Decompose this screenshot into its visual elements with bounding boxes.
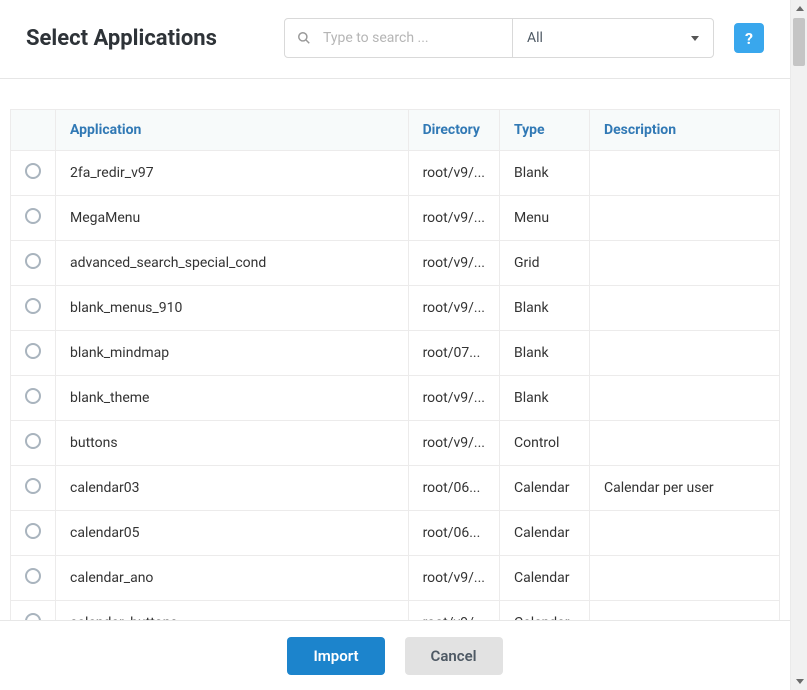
cell-directory: root/06... [408, 511, 499, 556]
cell-application: blank_menus_910 [56, 286, 409, 331]
cell-type: Control [500, 421, 590, 466]
table-row: MegaMenuroot/v9/...Menu [11, 196, 780, 241]
cell-description [590, 241, 780, 286]
search-input[interactable] [321, 29, 500, 47]
row-radio[interactable] [25, 568, 41, 584]
cell-type: Blank [500, 376, 590, 421]
table-row: blank_themeroot/v9/...Blank [11, 376, 780, 421]
cell-type: Calendar [500, 556, 590, 601]
chevron-up-icon [796, 6, 804, 11]
cell-application: calendar_ano [56, 556, 409, 601]
cell-type: Blank [500, 151, 590, 196]
help-icon: ? [745, 29, 753, 48]
cell-type: Calendar [500, 511, 590, 556]
import-button[interactable]: Import [287, 637, 384, 675]
table-row: calendar05root/06...Calendar [11, 511, 780, 556]
row-select-cell [11, 196, 56, 241]
table-row: 2fa_redir_v97root/v9/...Blank [11, 151, 780, 196]
cell-application: blank_mindmap [56, 331, 409, 376]
cell-directory: root/v9/... [408, 286, 499, 331]
table-row: blank_mindmaproot/07...Blank [11, 331, 780, 376]
modal-header: Select Applications All [0, 0, 790, 79]
row-radio[interactable] [25, 523, 41, 539]
row-select-cell [11, 556, 56, 601]
cell-application: calendar05 [56, 511, 409, 556]
row-select-cell [11, 376, 56, 421]
cell-directory: root/v9/... [408, 151, 499, 196]
page-title: Select Applications [26, 26, 217, 51]
cell-application: 2fa_redir_v97 [56, 151, 409, 196]
type-filter-select[interactable]: All [513, 19, 713, 57]
cell-type: Blank [500, 286, 590, 331]
cell-description [590, 286, 780, 331]
row-radio[interactable] [25, 433, 41, 449]
cell-directory: root/v9/... [408, 241, 499, 286]
cell-description [590, 196, 780, 241]
vertical-scrollbar[interactable] [790, 0, 807, 690]
table-row: calendar03root/06...CalendarCalendar per… [11, 466, 780, 511]
cell-type: Blank [500, 331, 590, 376]
cell-application: buttons [56, 421, 409, 466]
table-row: buttonsroot/v9/...Control [11, 421, 780, 466]
cell-description: Calendar per user [590, 466, 780, 511]
cell-type: Grid [500, 241, 590, 286]
row-select-cell [11, 466, 56, 511]
row-radio[interactable] [25, 388, 41, 404]
cell-application: MegaMenu [56, 196, 409, 241]
row-select-cell [11, 331, 56, 376]
scrollbar-thumb[interactable] [793, 18, 805, 66]
chevron-down-icon [691, 36, 699, 41]
row-select-cell [11, 511, 56, 556]
table-row: advanced_search_special_condroot/v9/...G… [11, 241, 780, 286]
search-filter-bar: All [284, 18, 714, 58]
cell-description [590, 376, 780, 421]
row-radio[interactable] [25, 253, 41, 269]
cell-type: Calendar [500, 466, 590, 511]
column-select [11, 110, 56, 151]
row-radio[interactable] [25, 163, 41, 179]
column-description[interactable]: Description [590, 110, 780, 151]
column-type[interactable]: Type [500, 110, 590, 151]
cell-application: blank_theme [56, 376, 409, 421]
cell-type: Menu [500, 196, 590, 241]
cancel-button[interactable]: Cancel [405, 637, 503, 675]
cell-directory: root/v9/... [408, 196, 499, 241]
column-directory[interactable]: Directory [408, 110, 499, 151]
scroll-down-button[interactable] [791, 673, 807, 690]
cell-description [590, 421, 780, 466]
cell-description [590, 556, 780, 601]
cell-description [590, 511, 780, 556]
row-radio[interactable] [25, 478, 41, 494]
table-container: Application Directory Type Description 2… [0, 79, 790, 646]
row-select-cell [11, 241, 56, 286]
cell-directory: root/v9/... [408, 376, 499, 421]
chevron-down-icon [796, 679, 804, 684]
cell-directory: root/06... [408, 466, 499, 511]
applications-table: Application Directory Type Description 2… [10, 109, 780, 646]
search-box[interactable] [285, 19, 513, 57]
help-button[interactable]: ? [734, 23, 764, 53]
row-select-cell [11, 421, 56, 466]
column-application[interactable]: Application [56, 110, 409, 151]
cell-directory: root/07... [408, 331, 499, 376]
search-icon [297, 31, 311, 45]
cell-description [590, 331, 780, 376]
row-radio[interactable] [25, 208, 41, 224]
cell-directory: root/v9/... [408, 421, 499, 466]
cell-directory: root/v9/... [408, 556, 499, 601]
table-row: blank_menus_910root/v9/...Blank [11, 286, 780, 331]
row-radio[interactable] [25, 298, 41, 314]
modal-footer: Import Cancel [0, 620, 790, 690]
row-select-cell [11, 286, 56, 331]
row-radio[interactable] [25, 343, 41, 359]
scroll-up-button[interactable] [791, 0, 807, 17]
table-row: calendar_anoroot/v9/...Calendar [11, 556, 780, 601]
type-filter-value: All [527, 30, 543, 46]
cell-description [590, 151, 780, 196]
cell-application: calendar03 [56, 466, 409, 511]
row-select-cell [11, 151, 56, 196]
cell-application: advanced_search_special_cond [56, 241, 409, 286]
